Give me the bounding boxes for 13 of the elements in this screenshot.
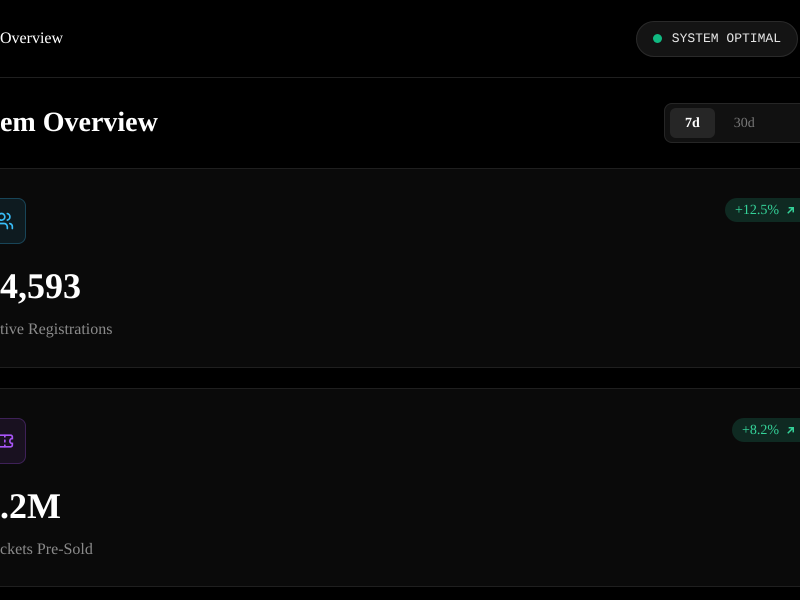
change-text: +8.2% (742, 422, 779, 440)
status-label: SYSTEM OPTIMAL (672, 30, 781, 48)
trend-up-icon (785, 424, 796, 436)
stat-label: ckets Pre-Sold (0, 540, 93, 560)
stat-value: 4,593 (0, 266, 82, 306)
stat-label: tive Registrations (0, 320, 112, 340)
stat-value: .2M (0, 486, 62, 526)
breadcrumb-title: Overview (0, 28, 64, 48)
change-text: +12.5% (734, 202, 779, 220)
range-tab[interactable]: 30d (718, 108, 770, 138)
trend-up-icon (785, 204, 796, 216)
range-tab[interactable]: 7d (670, 108, 715, 138)
page-title: em Overview (0, 106, 158, 140)
